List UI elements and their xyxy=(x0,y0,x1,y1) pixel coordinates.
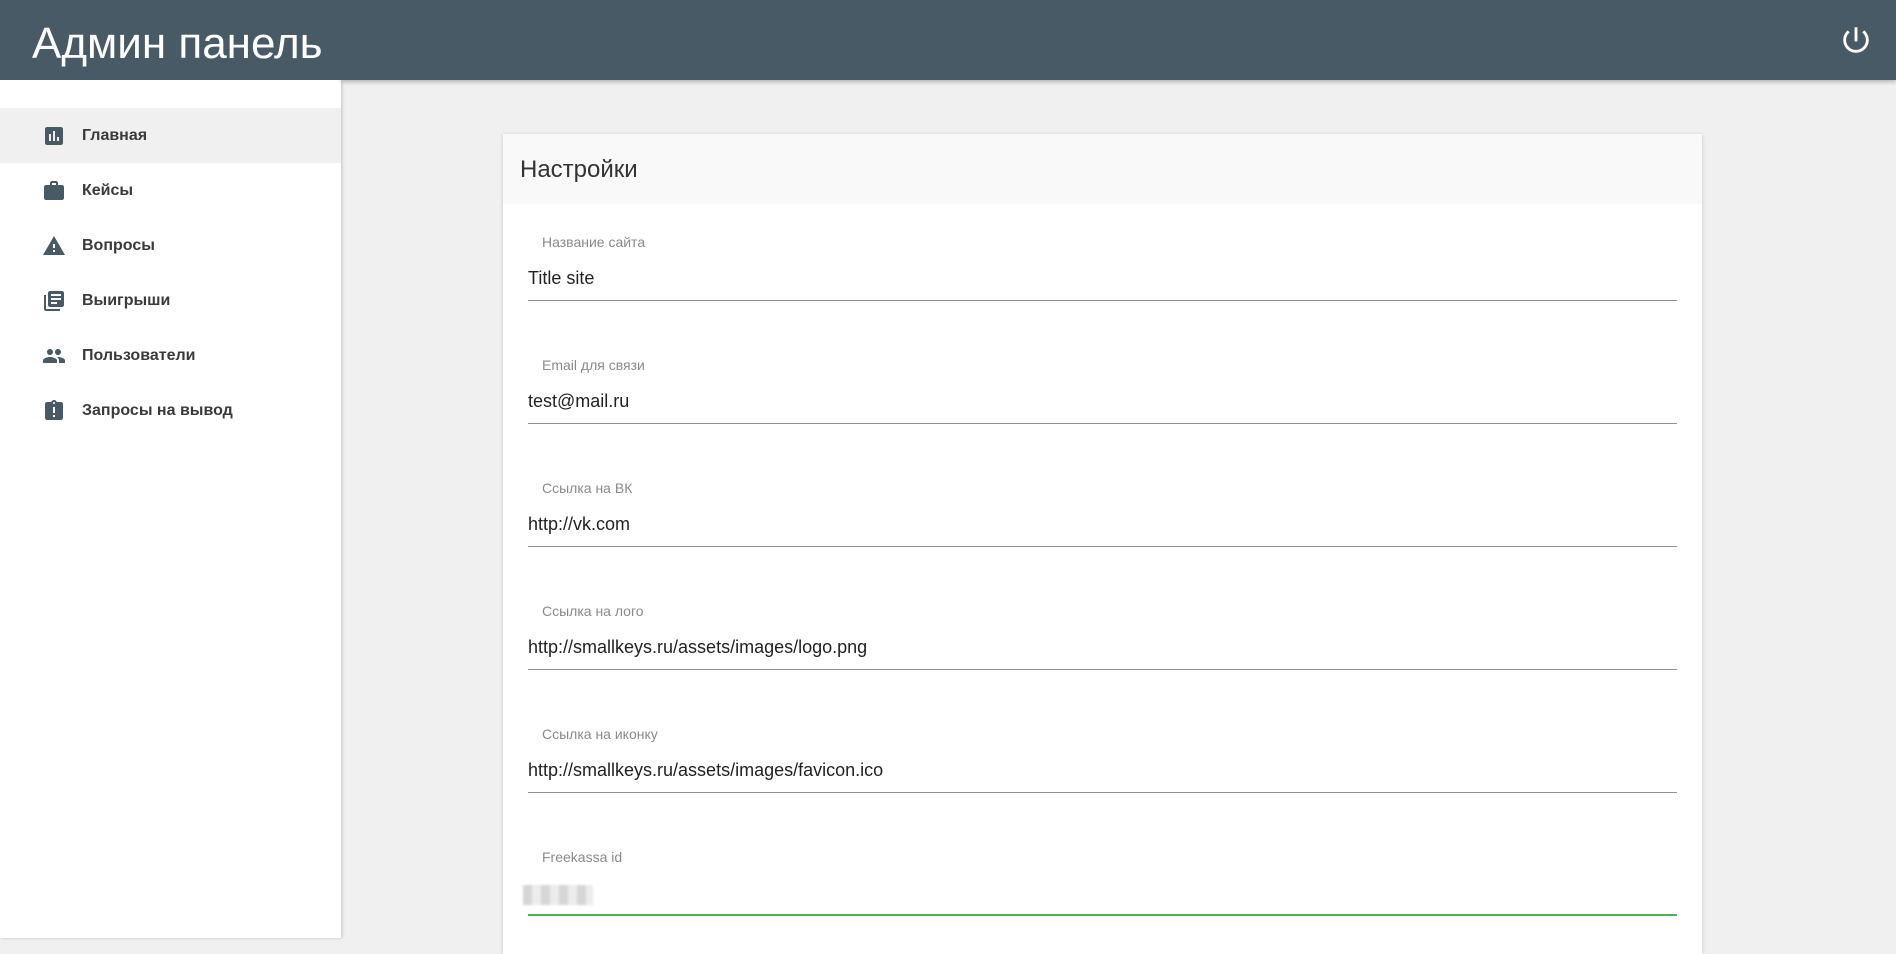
app-title: Админ панель xyxy=(0,0,341,80)
sidebar-item-label: Кейсы xyxy=(82,181,134,199)
field-label: Ссылка на лого xyxy=(542,603,644,619)
sidebar-item-label: Запросы на вывод xyxy=(82,401,233,419)
settings-card: Настройки Название сайта Email для связи… xyxy=(503,134,1702,954)
field-label: Ссылка на иконку xyxy=(542,726,658,742)
sidebar-item-home[interactable]: Главная xyxy=(0,108,341,163)
sidebar: Главная Кейсы Вопросы Выигрыши Пользоват… xyxy=(0,80,341,938)
field-label: Email для связи xyxy=(542,357,645,373)
sidebar-item-cases[interactable]: Кейсы xyxy=(0,163,341,218)
email-field: Email для связи xyxy=(528,327,1677,450)
logo-link-input[interactable] xyxy=(528,625,1677,670)
sidebar-item-label: Вопросы xyxy=(82,236,155,254)
sidebar-item-label: Выигрыши xyxy=(82,291,171,309)
briefcase-icon xyxy=(41,178,67,204)
site-name-input[interactable] xyxy=(528,256,1677,301)
top-bar xyxy=(341,0,1896,80)
logo-link-field: Ссылка на лого xyxy=(528,573,1677,696)
icon-link-field: Ссылка на иконку xyxy=(528,696,1677,819)
warning-icon xyxy=(41,233,67,259)
freekassa-id-field: Freekassa id xyxy=(523,819,1677,942)
redacted-value xyxy=(523,885,593,905)
logout-button[interactable] xyxy=(1838,22,1874,58)
sidebar-item-questions[interactable]: Вопросы xyxy=(0,218,341,273)
field-label: Freekassa id xyxy=(542,849,623,865)
vk-link-input[interactable] xyxy=(528,502,1677,547)
people-icon xyxy=(41,343,67,369)
site-name-field: Название сайта xyxy=(528,204,1677,327)
field-label: Название сайта xyxy=(542,234,646,250)
freekassa-id-input[interactable] xyxy=(528,871,1677,916)
icon-link-input[interactable] xyxy=(528,748,1677,793)
field-label: Ссылка на ВК xyxy=(542,480,633,496)
sidebar-item-withdrawals[interactable]: Запросы на вывод xyxy=(0,383,341,438)
email-input[interactable] xyxy=(528,379,1677,424)
library-books-icon xyxy=(41,288,67,314)
clipboard-alert-icon xyxy=(41,398,67,424)
vk-link-field: Ссылка на ВК xyxy=(528,450,1677,573)
sidebar-item-label: Пользователи xyxy=(82,346,196,364)
power-icon xyxy=(1843,27,1869,53)
bar-chart-icon xyxy=(41,123,67,149)
settings-title: Настройки xyxy=(503,134,1702,204)
sidebar-item-label: Главная xyxy=(82,126,148,144)
sidebar-item-users[interactable]: Пользователи xyxy=(0,328,341,383)
sidebar-item-winnings[interactable]: Выигрыши xyxy=(0,273,341,328)
